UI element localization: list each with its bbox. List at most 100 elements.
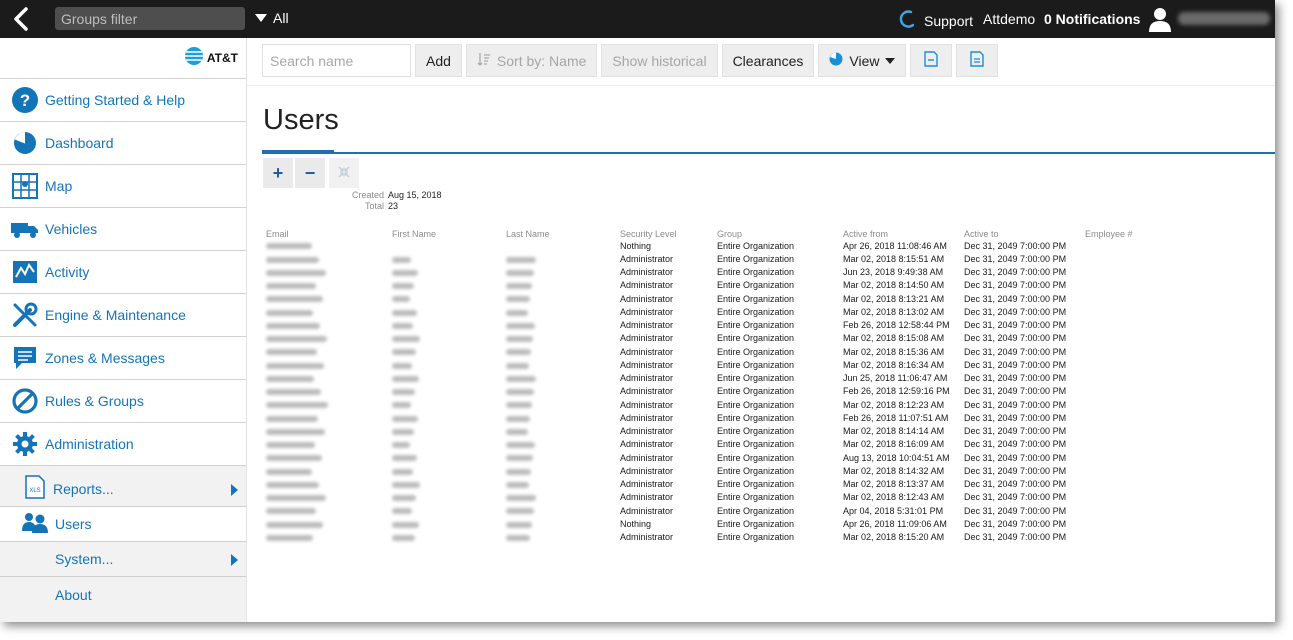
table-row[interactable]: Administrator Entire Organization Feb 26, …	[266, 411, 1266, 424]
sort-button[interactable]: Sort by: Name	[465, 44, 598, 77]
table-row[interactable]: Administrator Entire Organization Jun 25, …	[266, 372, 1266, 385]
export-pdf-button[interactable]	[910, 44, 953, 77]
column-header-last-name[interactable]: Last Name	[506, 228, 620, 239]
show-historical-button[interactable]: Show historical	[601, 44, 718, 77]
cell-active-to: Dec 31, 2049 7:00:00 PM	[964, 465, 1067, 476]
column-header-group[interactable]: Group	[717, 228, 843, 239]
table-row[interactable]: Administrator Entire Organization Mar 02, …	[266, 464, 1266, 477]
table-row[interactable]: Administrator Entire Organization Jun 23, …	[266, 266, 1266, 279]
redacted-text	[392, 362, 412, 369]
table-row[interactable]: Administrator Entire Organization Mar 02, …	[266, 279, 1266, 292]
cell-active-to: Dec 31, 2049 7:00:00 PM	[964, 306, 1067, 317]
table-row[interactable]: Administrator Entire Organization Mar 02, …	[266, 305, 1266, 318]
submenu-item-reports[interactable]: XLS Reports...	[0, 472, 246, 507]
cell-security-level: Administrator	[620, 280, 674, 291]
groups-filter-input[interactable]	[55, 7, 245, 30]
redacted-text	[266, 283, 316, 289]
clearances-button[interactable]: Clearances	[721, 44, 815, 77]
cell-security-level: Administrator	[620, 426, 674, 437]
cell-first-name-redacted	[392, 504, 506, 517]
back-arrow-icon[interactable]	[10, 7, 34, 31]
column-header-first-name[interactable]: First Name	[392, 228, 506, 239]
add-button[interactable]: Add	[415, 44, 462, 77]
cell-active-from: Feb 26, 2018 11:07:51 AM	[843, 412, 949, 423]
sidebar-item-rules[interactable]: Rules & Groups	[0, 379, 246, 422]
table-row[interactable]: Administrator Entire Organization Mar 02, …	[266, 398, 1266, 411]
sidebar-item-dashboard[interactable]: Dashboard	[0, 121, 246, 164]
prohibition-icon	[11, 387, 39, 415]
search-name-input[interactable]	[262, 44, 411, 77]
table-row[interactable]: Administrator Entire Organization Mar 02, …	[266, 478, 1266, 491]
table-row[interactable]: Administrator Entire Organization Mar 02, …	[266, 332, 1266, 345]
table-row[interactable]: Administrator Entire Organization Feb 26, …	[266, 385, 1266, 398]
table-row[interactable]: Administrator Entire Organization Feb 26, …	[266, 319, 1266, 332]
cell-email-redacted	[266, 464, 392, 477]
collapse-all-button[interactable]: −	[295, 158, 325, 188]
user-name[interactable]: Attdemo	[983, 11, 1035, 27]
table-row[interactable]: Administrator Entire Organization Mar 02, …	[266, 292, 1266, 305]
sidebar-item-label: Getting Started & Help	[45, 92, 186, 108]
table-row[interactable]: Administrator Entire Organization Mar 02, …	[266, 531, 1266, 544]
table-row[interactable]: Nothing Entire Organization Apr 26, 2018 1…	[266, 517, 1266, 530]
cell-email-redacted	[266, 292, 392, 305]
sidebar-item-zones[interactable]: Zones & Messages	[0, 336, 246, 379]
view-dropdown[interactable]: View	[818, 44, 907, 77]
table-row[interactable]: Administrator Entire Organization Mar 02, …	[266, 252, 1266, 265]
app-window: All Support Attdemo 0 Notifications AT&T	[0, 0, 1275, 622]
table-row[interactable]: Administrator Entire Organization Apr 04, …	[266, 504, 1266, 517]
sidebar-item-engine[interactable]: Engine & Maintenance	[0, 293, 246, 336]
redacted-text	[392, 349, 416, 356]
sidebar-item-administration[interactable]: Administration	[0, 422, 246, 465]
cell-group: Entire Organization	[717, 320, 795, 331]
cell-active-from: Mar 02, 2018 8:15:20 AM	[843, 532, 945, 543]
sidebar-item-vehicles[interactable]: Vehicles	[0, 207, 246, 250]
notifications-link[interactable]: 0 Notifications	[1044, 11, 1140, 27]
support-link[interactable]: Support	[898, 9, 973, 32]
table-row[interactable]: Administrator Entire Organization Mar 02, …	[266, 358, 1266, 371]
cell-active-to: Dec 31, 2049 7:00:00 PM	[964, 253, 1067, 264]
column-header-email[interactable]: Email	[266, 228, 392, 239]
all-groups-dropdown[interactable]: All	[255, 10, 289, 26]
table-row[interactable]: Administrator Entire Organization Mar 02, …	[266, 438, 1266, 451]
user-avatar-icon[interactable]	[1148, 6, 1172, 32]
expand-all-button[interactable]: +	[263, 158, 293, 188]
cell-active-from: Mar 02, 2018 8:14:32 AM	[843, 465, 945, 476]
column-header-security-level[interactable]: Security Level	[620, 228, 717, 239]
table-row[interactable]: Administrator Entire Organization Mar 02, …	[266, 491, 1266, 504]
column-header-active-from[interactable]: Active from	[843, 228, 964, 239]
redacted-text	[392, 481, 420, 488]
cell-first-name-redacted	[392, 491, 506, 504]
sidebar-item-label: Administration	[45, 436, 134, 452]
table-row[interactable]: Administrator Entire Organization Mar 02, …	[266, 425, 1266, 438]
export-excel-button[interactable]	[956, 44, 999, 77]
sidebar-item-activity[interactable]: Activity	[0, 250, 246, 293]
clearances-label: Clearances	[732, 52, 804, 69]
table-row[interactable]: Administrator Entire Organization Mar 02, …	[266, 345, 1266, 358]
redacted-text	[266, 309, 313, 316]
sidebar-item-getting-started[interactable]: ? Getting Started & Help	[0, 78, 246, 121]
cell-first-name-redacted	[392, 319, 506, 332]
column-header-active-to[interactable]: Active to	[964, 228, 1085, 239]
cell-last-name-redacted	[506, 478, 620, 491]
cell-last-name-redacted	[506, 438, 620, 451]
table-row[interactable]: Administrator Entire Organization Aug 13, …	[266, 451, 1266, 464]
redacted-text	[392, 309, 417, 316]
redacted-text	[506, 468, 531, 475]
gear-icon	[11, 430, 39, 458]
brand-text: AT&T	[206, 51, 238, 65]
redacted-text	[266, 534, 313, 541]
cell-email-redacted	[266, 531, 392, 544]
column-header-employee-number[interactable]: Employee #	[1085, 228, 1266, 239]
collapse-view-button[interactable]	[329, 158, 359, 188]
cell-last-name-redacted	[506, 398, 620, 411]
cell-last-name-redacted	[506, 464, 620, 477]
submenu-item-about[interactable]: About	[0, 577, 246, 612]
sidebar-item-map[interactable]: Map	[0, 164, 246, 207]
cell-group: Entire Organization	[717, 518, 795, 529]
submenu-item-users[interactable]: Users	[0, 507, 246, 542]
cell-employee-number	[1085, 385, 1266, 398]
submenu-item-system[interactable]: System...	[0, 542, 246, 577]
cell-last-name-redacted	[506, 332, 620, 345]
table-row[interactable]: Nothing Entire Organization Apr 26, 2018 1…	[266, 239, 1266, 252]
cell-employee-number	[1085, 319, 1266, 332]
